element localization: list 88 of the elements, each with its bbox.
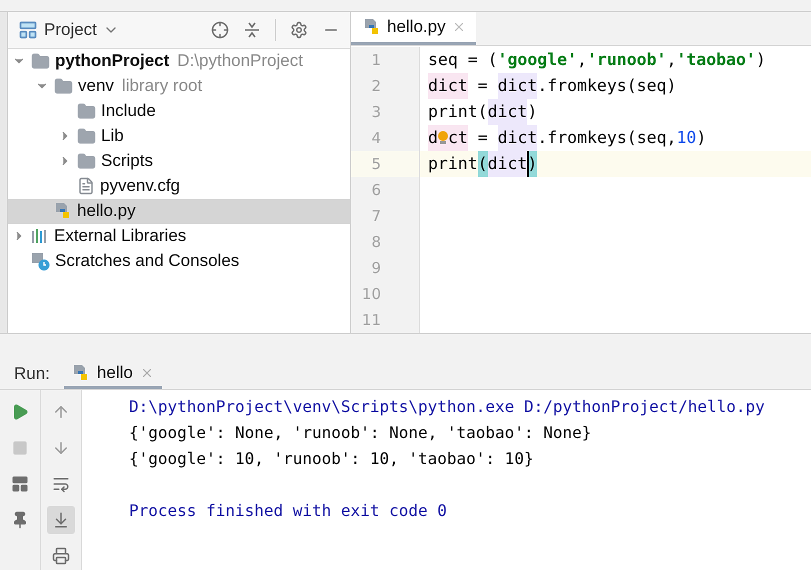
tree-item[interactable]: pythonProject D:\pythonProject (8, 48, 350, 74)
line-number: 2 (370, 76, 381, 95)
console-line: Process finished with exit code 0 (129, 500, 448, 522)
file-icon (77, 177, 95, 196)
tree-item-label: Scripts (101, 151, 153, 172)
code-token: 'taobao' (676, 48, 756, 71)
console-line: {'google': 10, 'runoob': 10, 'taobao': 10} (129, 448, 535, 470)
tree-item[interactable]: venv library root (8, 74, 350, 99)
tree-item-label: External Libraries (54, 226, 186, 246)
arrow-to-line-icon (52, 510, 70, 529)
python-file-icon (363, 18, 381, 36)
libraries-icon (31, 228, 49, 244)
run-label: Run: (14, 364, 50, 384)
line-number: 3 (370, 102, 381, 121)
code-token: ( (478, 150, 488, 177)
printer-icon (52, 546, 70, 565)
path-hint: D:\pythonProject (177, 51, 303, 72)
code-token: = (476, 126, 489, 149)
tree-item[interactable]: Include (8, 98, 350, 124)
code-token: ) (696, 126, 706, 149)
code-token: .fromkeys(seq) (537, 74, 676, 97)
code-token: dict (488, 150, 528, 177)
settings-icon[interactable] (290, 20, 308, 39)
code-token: seq = ( (428, 48, 498, 71)
path-hint: library root (122, 76, 202, 96)
tree-item[interactable]: Scripts (8, 148, 350, 174)
folder-icon (31, 52, 50, 71)
tree-item-label: Include (101, 101, 156, 122)
line-number: 8 (370, 232, 381, 251)
editor-tab[interactable]: hello.py (351, 12, 476, 45)
code-token: ct (448, 124, 468, 151)
code-token: 'google' (498, 48, 578, 71)
scroll-to-end-button[interactable] (47, 506, 75, 534)
folder-icon (77, 126, 96, 146)
code-token: ) (527, 100, 538, 123)
locate-icon[interactable] (211, 20, 229, 39)
python-file-icon (54, 202, 72, 220)
code-token: , (577, 48, 587, 71)
code-token: d (428, 124, 438, 151)
tab-label: hello (96, 362, 133, 383)
pin-icon (11, 510, 29, 529)
line-number: 9 (370, 258, 381, 277)
line-number: 6 (370, 180, 381, 199)
tab-label: hello.py (387, 16, 446, 37)
tree-item[interactable]: Scratches and Consoles (8, 248, 350, 274)
code-token: dict (488, 98, 528, 125)
run-tab[interactable]: hello (64, 359, 162, 389)
tree-item-label: pyvenv.cfg (100, 176, 180, 196)
code-token: ) (527, 150, 538, 177)
tree-item[interactable]: Lib (8, 124, 350, 149)
code-token: = (476, 74, 489, 97)
code-token: ) (756, 48, 766, 71)
line-number: 10 (360, 284, 381, 303)
tree-item-label: Lib (101, 126, 124, 146)
line-number: 4 (370, 128, 381, 147)
collapse-icon[interactable] (243, 20, 261, 39)
console-line: D:\pythonProject\venv\Scripts\python.exe D:/pythonProject/hello.py (129, 396, 766, 418)
python-icon (72, 364, 90, 382)
line-number: 11 (360, 310, 381, 329)
stop-icon (12, 440, 28, 456)
code-token: print( (428, 100, 488, 123)
code-token: dict (428, 72, 468, 99)
line-number: 1 (370, 50, 381, 69)
code-token: 'runoob' (586, 48, 666, 71)
scratches-icon (31, 252, 50, 271)
tree-item[interactable]: External Libraries (8, 224, 350, 249)
folder-icon (77, 102, 96, 121)
tree-item-label: Scratches and Consoles (55, 251, 240, 272)
tree-item-label: pythonProject (55, 51, 170, 72)
layout-icon (11, 474, 29, 493)
console-line: {'google': None, 'runoob': None, 'taobao': None} (129, 422, 592, 444)
code-token: dict (498, 124, 538, 151)
play-icon (11, 402, 29, 421)
panel-icon (18, 20, 38, 40)
panel-title[interactable]: Project (44, 20, 97, 40)
code-token: print (428, 152, 478, 175)
tree-item[interactable]: pyvenv.cfg (8, 174, 350, 199)
tree-item[interactable]: hello.py (8, 198, 350, 224)
code-token: .fromkeys(seq, (537, 126, 676, 149)
folder-icon (54, 76, 73, 96)
code-token: dict (498, 72, 538, 99)
tree-item-label: venv (78, 76, 114, 96)
code-token: , (666, 48, 676, 71)
folder-icon (77, 152, 96, 171)
line-number: 7 (370, 206, 381, 225)
line-number: 5 (370, 154, 381, 173)
code-token: 10 (676, 126, 696, 149)
tree-item-label: hello.py (77, 201, 136, 222)
